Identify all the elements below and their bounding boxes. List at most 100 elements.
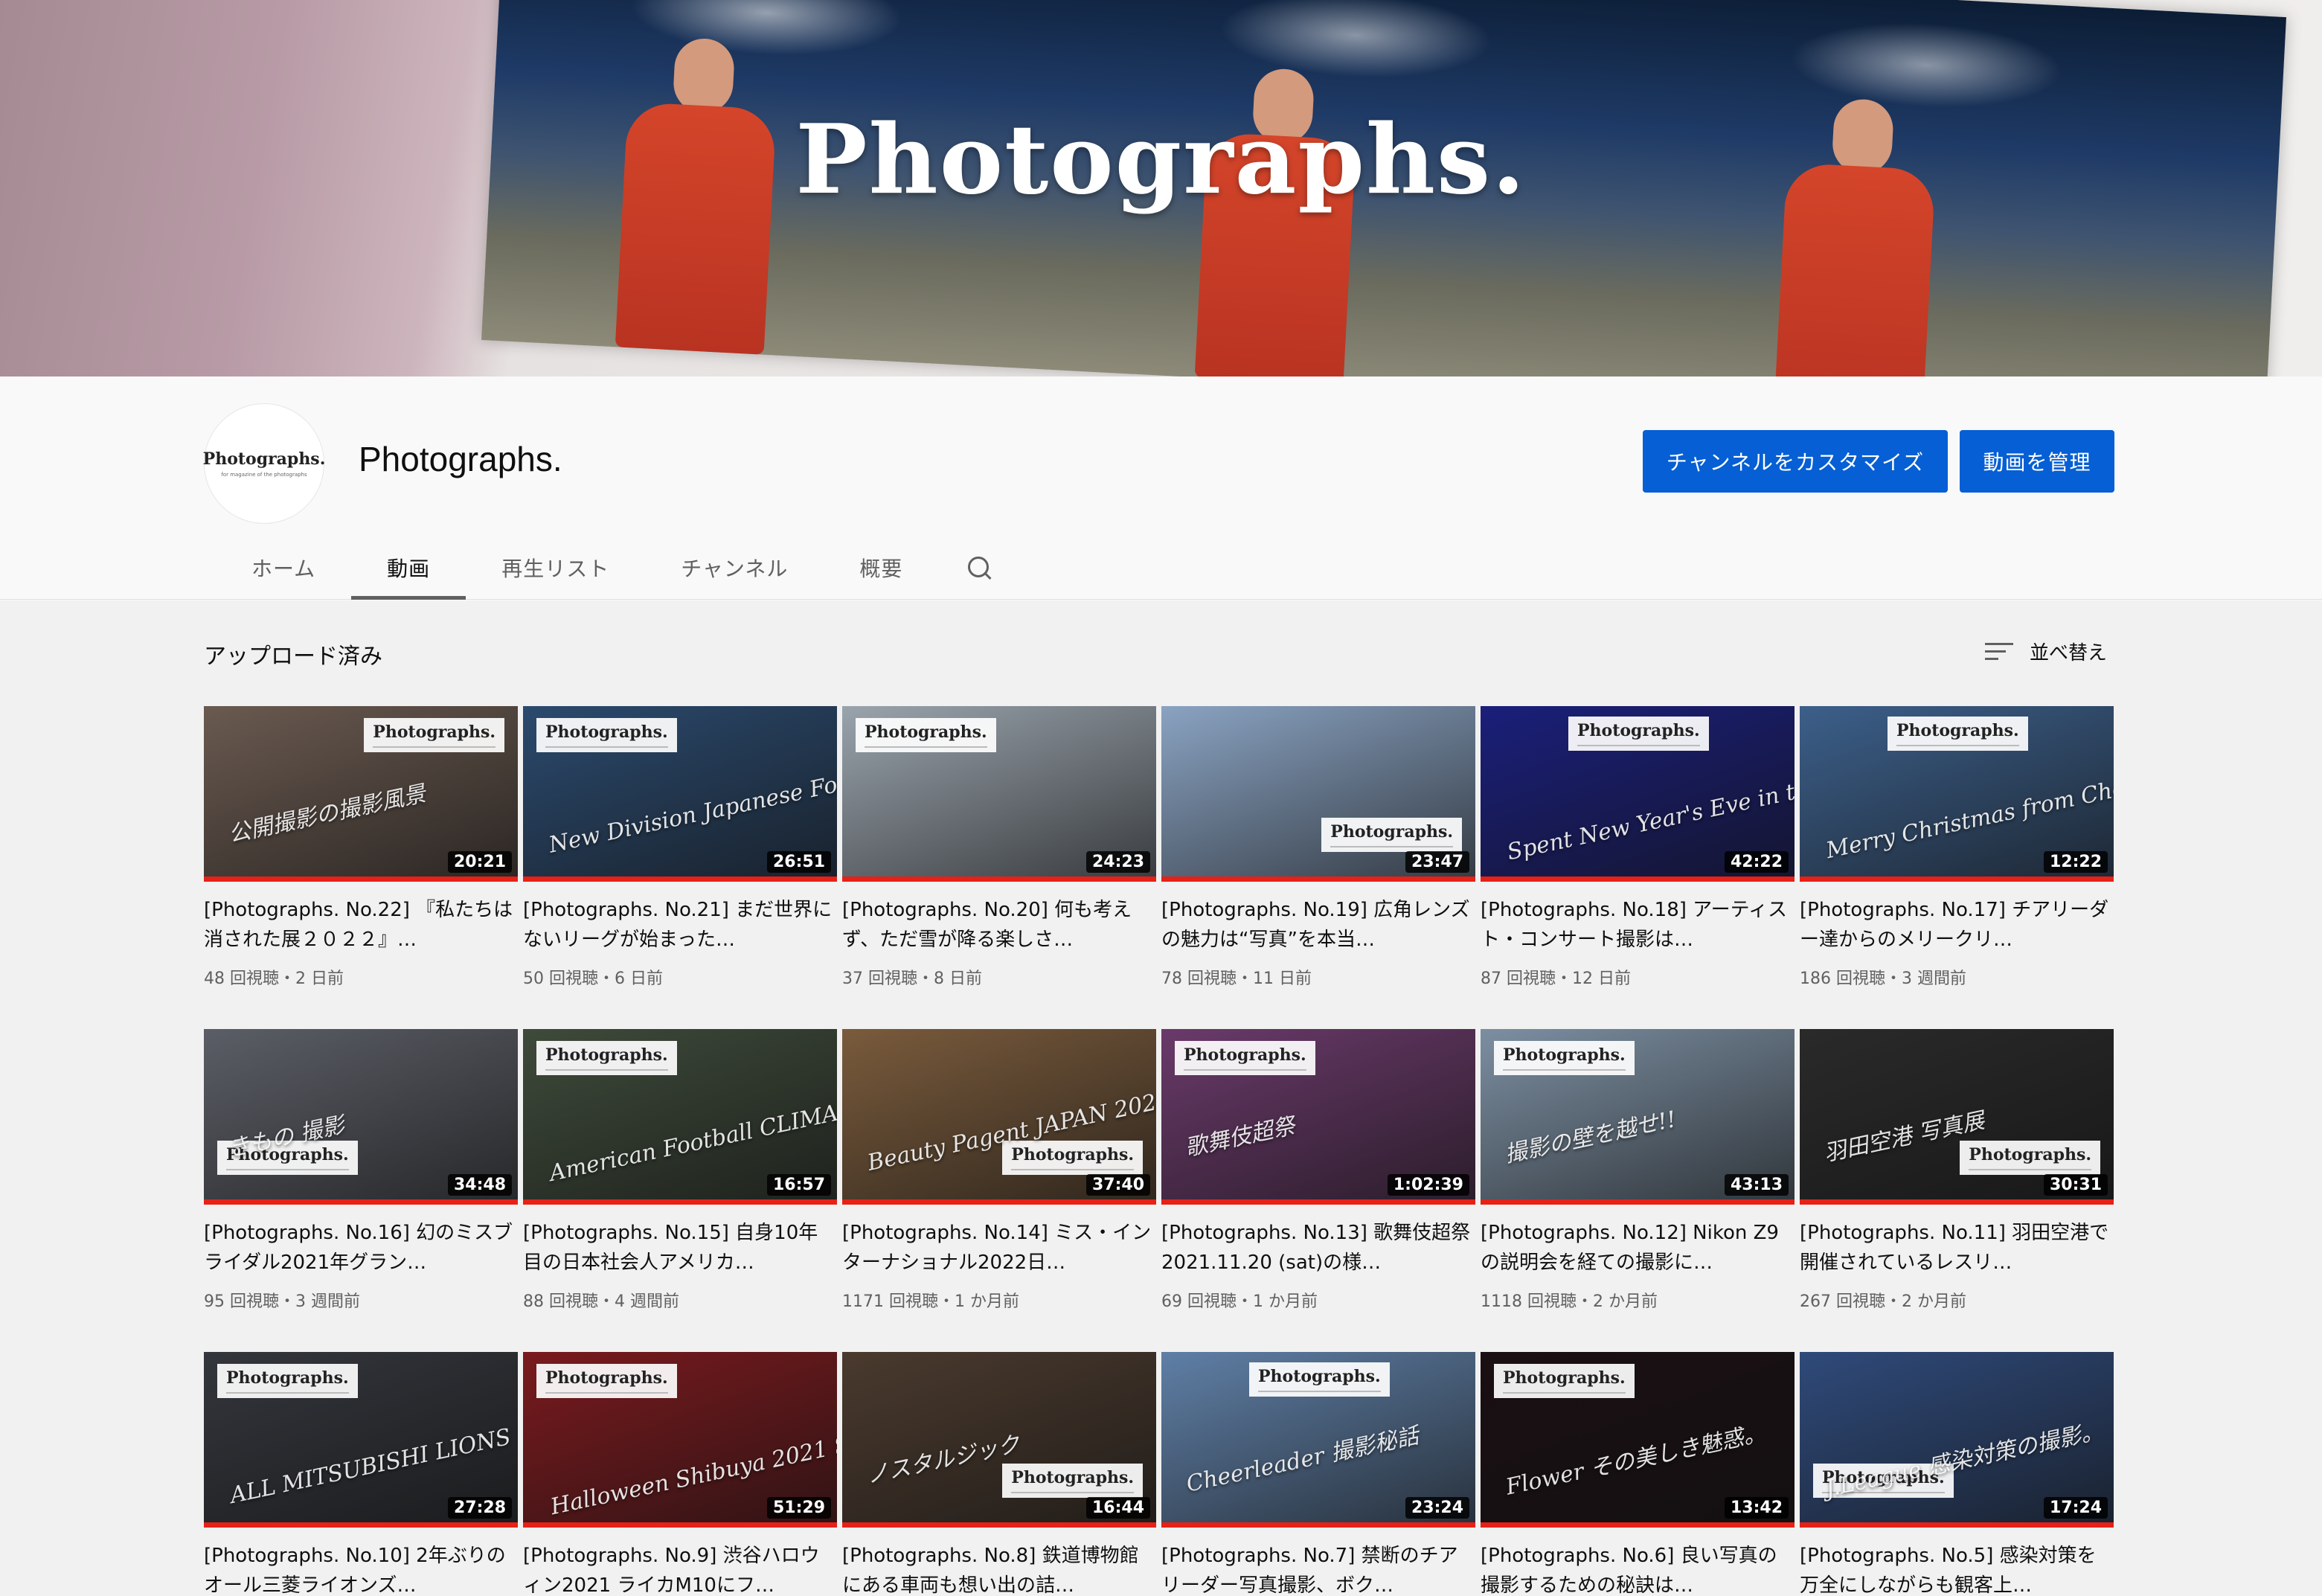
tab-about[interactable]: 概要	[824, 536, 938, 600]
video-card[interactable]: Photographs. New Division Japanese Footba…	[523, 706, 837, 989]
video-meta: 78 回視聴・11 日前	[1161, 970, 1312, 988]
video-title[interactable]: [Photographs. No.17] チアリーダー達からのメリークリ…	[1800, 895, 2114, 955]
video-title[interactable]: [Photographs. No.10] 2年ぶりのオール三菱ライオンズ…	[204, 1541, 518, 1596]
video-card[interactable]: Photographs. Halloween Shibuya 2021 Stree…	[523, 1352, 837, 1596]
thumbnail-brand-logo: Photographs.	[1249, 1362, 1390, 1397]
video-duration: 23:24	[1405, 1497, 1469, 1519]
customize-channel-button[interactable]: チャンネルをカスタマイズ	[1643, 430, 1948, 493]
thumbnail-brand-logo: Photographs.	[536, 1041, 677, 1075]
video-thumbnail[interactable]: Photographs.ALL MITSUBISHI LIONS is BACK…	[204, 1352, 518, 1528]
video-card[interactable]: Photographs.ALL MITSUBISHI LIONS is BACK…	[204, 1352, 518, 1596]
video-duration: 26:51	[766, 851, 831, 873]
video-thumbnail[interactable]: Photographs. New Division Japanese Footba…	[523, 706, 837, 882]
video-card[interactable]: Photographs. ノスタルジック 16:44 [Photographs. No…	[842, 1352, 1156, 1596]
video-duration: 27:28	[447, 1497, 512, 1519]
video-title[interactable]: [Photographs. No.21] まだ世界にないリーグが始まった…	[523, 895, 837, 955]
video-thumbnail[interactable]: Photographs. Halloween Shibuya 2021 Stree…	[523, 1352, 837, 1528]
video-title[interactable]: [Photographs. No.11] 羽田空港で開催されているレスリ…	[1800, 1218, 2114, 1278]
channel-avatar[interactable]: Photographs. for magazine of the photogr…	[203, 403, 325, 524]
watch-progress-bar	[1800, 876, 2114, 882]
video-title[interactable]: [Photographs. No.18] アーティスト・コンサート撮影は…	[1481, 895, 1795, 955]
video-thumbnail[interactable]: Photographs. Flower その美しき魅惑。 13:42	[1481, 1352, 1795, 1528]
watch-progress-bar	[204, 1199, 518, 1205]
tab-channels[interactable]: チャンネル	[645, 536, 824, 600]
thumbnail-brand-logo: Photographs.	[1321, 818, 1462, 852]
video-title[interactable]: [Photographs. No.22] 『私たちは消された展２０２２』…	[204, 895, 518, 955]
tab-videos[interactable]: 動画	[351, 536, 466, 600]
video-title[interactable]: [Photographs. No.6] 良い写真の撮影するための秘訣は…	[1481, 1541, 1795, 1596]
watch-progress-bar	[1161, 876, 1475, 882]
video-card[interactable]: Photographs. Cheerleader 撮影秘話 23:24 [Photog…	[1161, 1352, 1475, 1596]
video-meta: 48 回視聴・2 日前	[204, 970, 344, 988]
video-thumbnail[interactable]: Photographs. Cheerleader 撮影秘話 23:24	[1161, 1352, 1475, 1528]
video-card[interactable]: Photographs. Beauty Pagent JAPAN 2022 37:4…	[842, 1029, 1156, 1312]
tab-search[interactable]	[938, 536, 1020, 600]
video-thumbnail[interactable]: Photographs. Beauty Pagent JAPAN 2022 37:4…	[842, 1029, 1156, 1205]
video-title[interactable]: [Photographs. No.16] 幻のミスブライダル2021年グラン…	[204, 1218, 518, 1278]
video-meta: 95 回視聴・3 週間前	[204, 1292, 360, 1311]
thumbnail-brand-logo: Photographs.	[536, 1364, 677, 1398]
video-title[interactable]: [Photographs. No.12] Nikon Z9の説明会を経ての撮影に…	[1481, 1218, 1795, 1278]
manage-videos-button[interactable]: 動画を管理	[1960, 430, 2114, 493]
watch-progress-bar	[1161, 1522, 1475, 1528]
video-thumbnail[interactable]: Photographs. Merry Christmas from Cheerle…	[1800, 706, 2114, 882]
video-thumbnail[interactable]: Photographs. Spent New Year's Eve in the …	[1481, 706, 1795, 882]
thumbnail-overlay-text: American Football CLIMAX 2021/22	[547, 1076, 837, 1187]
video-card[interactable]: Photographs. Merry Christmas from Cheerle…	[1800, 706, 2114, 989]
sort-button[interactable]: 並べ替え	[1985, 638, 2107, 665]
video-card[interactable]: Photographs. 撮影の壁を越せ!! 43:13 [Photographs. …	[1481, 1029, 1795, 1312]
video-thumbnail[interactable]: Photographs. 公開撮影の撮影風景 20:21	[204, 706, 518, 882]
video-title[interactable]: [Photographs. No.15] 自身10年目の日本社会人アメリカ…	[523, 1218, 837, 1278]
thumbnail-overlay-text: Flower その美しき魅惑。	[1503, 1420, 1768, 1501]
video-title[interactable]: [Photographs. No.8] 鉄道博物館にある車両も想い出の詰…	[842, 1541, 1156, 1596]
tab-playlists[interactable]: 再生リスト	[466, 536, 645, 600]
channel-name: Photographs.	[359, 440, 562, 478]
video-duration: 24:23	[1085, 851, 1150, 873]
video-title[interactable]: [Photographs. No.20] 何も考えず、ただ雪が降る楽しさ…	[842, 895, 1156, 955]
video-card[interactable]: Photographs. Flower その美しき魅惑。 13:42 [Photogr…	[1481, 1352, 1795, 1596]
thumbnail-brand-logo: Photographs.	[856, 718, 996, 752]
video-thumbnail[interactable]: Photographs.American Football CLIMAX 202…	[523, 1029, 837, 1205]
video-thumbnail[interactable]: Photographs. 23:47	[1161, 706, 1475, 882]
thumbnail-brand-logo: Photographs.	[1960, 1141, 2100, 1175]
video-thumbnail[interactable]: Photographs. 24:23	[842, 706, 1156, 882]
video-card[interactable]: Photographs. きもの 撮影 34:48 [Photographs. No.…	[204, 1029, 518, 1312]
video-meta: 1171 回視聴・1 か月前	[842, 1292, 1019, 1311]
thumbnail-brand-logo: Photographs.	[1568, 717, 1709, 751]
video-duration: 13:42	[1724, 1497, 1789, 1519]
channel-page: Photographs. Photographs. for magazine o…	[0, 0, 2322, 1596]
video-card[interactable]: Photographs. J.League 感染対策の撮影。 17:24 [Photo…	[1800, 1352, 2114, 1596]
thumbnail-brand-logo: Photographs.	[1494, 1041, 1635, 1075]
video-thumbnail[interactable]: Photographs. きもの 撮影 34:48	[204, 1029, 518, 1205]
video-card[interactable]: Photographs. 24:23 [Photographs. No.20] 何も…	[842, 706, 1156, 989]
video-thumbnail[interactable]: Photographs. 撮影の壁を越せ!! 43:13	[1481, 1029, 1795, 1205]
thumbnail-brand-logo: Photographs.	[1888, 717, 2028, 751]
video-card[interactable]: Photographs. 歌舞伎超祭 1:02:39 [Photographs. No…	[1161, 1029, 1475, 1312]
video-title[interactable]: [Photographs. No.9] 渋谷ハロウィン2021 ライカM10にフ…	[523, 1541, 837, 1596]
thumbnail-overlay-text: Cheerleader 撮影秘話	[1184, 1423, 1422, 1498]
video-duration: 1:02:39	[1387, 1174, 1469, 1196]
video-meta: 50 回視聴・6 日前	[523, 970, 663, 988]
video-title[interactable]: [Photographs. No.5] 感染対策を万全にしながらも観客上…	[1800, 1541, 2114, 1596]
watch-progress-bar	[842, 1522, 1156, 1528]
video-thumbnail[interactable]: Photographs. 羽田空港 写真展 30:31	[1800, 1029, 2114, 1205]
video-thumbnail[interactable]: Photographs. 歌舞伎超祭 1:02:39	[1161, 1029, 1475, 1205]
video-thumbnail[interactable]: Photographs. J.League 感染対策の撮影。 17:24	[1800, 1352, 2114, 1528]
video-title[interactable]: [Photographs. No.14] ミス・インターナショナル2022日…	[842, 1218, 1156, 1278]
video-card[interactable]: Photographs. 公開撮影の撮影風景 20:21 [Photographs. …	[204, 706, 518, 989]
thumbnail-overlay-text: J.League 感染対策の撮影。	[1823, 1417, 2105, 1503]
video-thumbnail[interactable]: Photographs. ノスタルジック 16:44	[842, 1352, 1156, 1528]
video-title[interactable]: [Photographs. No.13] 歌舞伎超祭 2021.11.20 (s…	[1161, 1218, 1475, 1278]
thumbnail-brand-logo: Photographs.	[1175, 1041, 1315, 1075]
video-title[interactable]: [Photographs. No.19] 広角レンズの魅力は“写真”を本当…	[1161, 895, 1475, 955]
video-card[interactable]: Photographs. 羽田空港 写真展 30:31 [Photographs. N…	[1800, 1029, 2114, 1312]
video-card[interactable]: Photographs.American Football CLIMAX 202…	[523, 1029, 837, 1312]
tab-home[interactable]: ホーム	[216, 536, 351, 600]
video-duration: 20:21	[447, 851, 512, 873]
watch-progress-bar	[1481, 876, 1795, 882]
thumbnail-brand-logo: Photographs.	[1002, 1141, 1143, 1175]
video-duration: 16:57	[766, 1174, 831, 1196]
video-card[interactable]: Photographs. 23:47 [Photographs. No.19] 広角…	[1161, 706, 1475, 989]
video-title[interactable]: [Photographs. No.7] 禁断のチアリーダー写真撮影、ボク…	[1161, 1541, 1475, 1596]
video-card[interactable]: Photographs. Spent New Year's Eve in the …	[1481, 706, 1795, 989]
